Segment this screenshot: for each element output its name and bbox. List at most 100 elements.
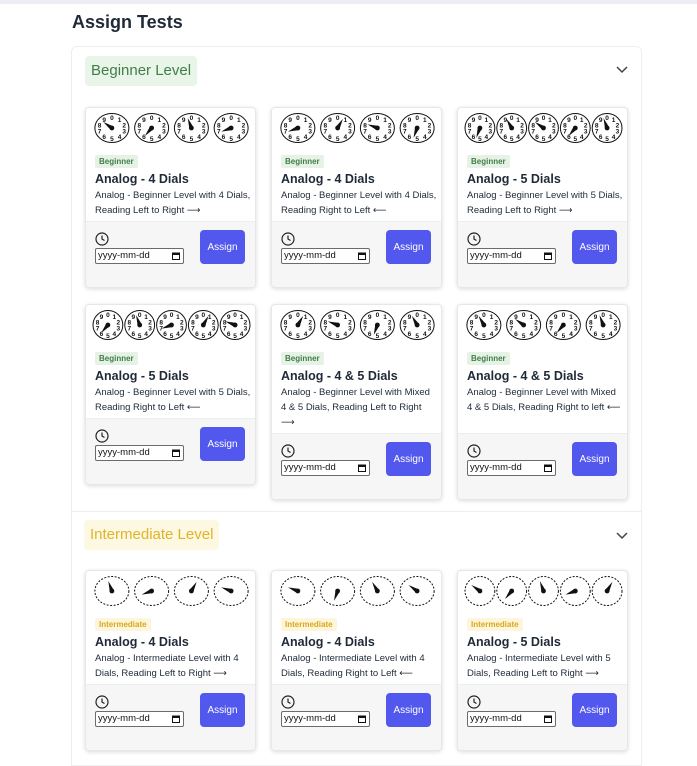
svg-text:5: 5: [190, 136, 194, 143]
svg-text:5: 5: [336, 136, 340, 143]
svg-text:0: 0: [376, 312, 380, 319]
date-input[interactable]: yyyy-mm-dd: [467, 711, 556, 727]
svg-text:1: 1: [118, 117, 122, 124]
card-description: Analog - Beginner Level with Mixed 4 & 5…: [281, 387, 430, 428]
date-placeholder: yyyy-mm-dd: [470, 250, 522, 261]
chevron-down-icon[interactable]: [615, 531, 629, 541]
svg-text:9: 9: [567, 117, 571, 124]
svg-text:0: 0: [106, 312, 110, 319]
dials-image: 0 123456789 0 123456789 0 123456789 0 123456789…: [92, 310, 251, 340]
chevron-down-icon[interactable]: [615, 65, 629, 75]
card-title: Analog - 5 Dials: [467, 635, 561, 649]
clock-icon: [281, 695, 295, 709]
svg-text:4: 4: [612, 134, 616, 141]
svg-text:5: 5: [478, 136, 482, 143]
card-title: Analog - 4 Dials: [281, 635, 375, 649]
assign-button[interactable]: Assign: [200, 427, 245, 461]
level-tag: Intermediate: [95, 618, 151, 631]
svg-text:5: 5: [415, 333, 419, 340]
svg-text:1: 1: [423, 314, 427, 321]
svg-text:4: 4: [237, 134, 241, 141]
svg-text:5: 5: [601, 333, 605, 340]
date-input[interactable]: yyyy-mm-dd: [281, 248, 370, 264]
card-description: Analog - Beginner Level with 4 Dials, Re…: [281, 190, 437, 216]
svg-text:6: 6: [227, 331, 231, 338]
calendar-icon[interactable]: [544, 715, 552, 723]
section-title-intermediate[interactable]: Intermediate Level: [84, 520, 220, 550]
svg-text:4: 4: [304, 134, 308, 141]
calendar-icon[interactable]: [544, 252, 552, 260]
svg-text:3: 3: [614, 326, 618, 333]
date-input[interactable]: yyyy-mm-dd: [95, 711, 184, 727]
calendar-icon[interactable]: [172, 449, 180, 457]
svg-text:1: 1: [609, 314, 613, 321]
assign-button[interactable]: Assign: [572, 442, 617, 476]
svg-text:1: 1: [490, 314, 494, 321]
card-title: Analog - 4 Dials: [95, 635, 189, 649]
svg-text:6: 6: [594, 331, 598, 338]
svg-text:7: 7: [191, 326, 195, 333]
assign-button[interactable]: Assign: [200, 230, 245, 264]
calendar-icon[interactable]: [358, 252, 366, 260]
svg-text:8: 8: [284, 319, 288, 326]
svg-text:6: 6: [503, 134, 507, 141]
svg-text:0: 0: [478, 115, 482, 122]
svg-text:5: 5: [233, 333, 237, 340]
date-input[interactable]: yyyy-mm-dd: [281, 711, 370, 727]
level-tag: Beginner: [467, 155, 510, 168]
svg-text:1: 1: [197, 117, 201, 124]
svg-text:0: 0: [336, 312, 340, 319]
tests-panel: Beginner Level 0123456789012345678901234…: [71, 46, 642, 766]
test-card: 0123456789012345678901234567890123456789…: [271, 107, 442, 288]
svg-text:5: 5: [150, 136, 154, 143]
date-input[interactable]: yyyy-mm-dd: [467, 460, 556, 476]
svg-text:8: 8: [470, 319, 474, 326]
assign-button[interactable]: Assign: [386, 442, 431, 476]
svg-text:0: 0: [376, 115, 380, 122]
svg-text:5: 5: [415, 136, 419, 143]
card-footer: yyyy-mm-dd Assign: [86, 221, 255, 287]
svg-text:0: 0: [573, 115, 577, 122]
svg-text:6: 6: [131, 331, 135, 338]
svg-text:8: 8: [363, 122, 367, 129]
calendar-icon[interactable]: [172, 252, 180, 260]
page-title: Assign Tests: [72, 12, 183, 32]
calendar-icon[interactable]: [544, 464, 552, 472]
calendar-icon[interactable]: [172, 715, 180, 723]
date-input[interactable]: yyyy-mm-dd: [95, 248, 184, 264]
assign-button[interactable]: Assign: [386, 230, 431, 264]
date-placeholder: yyyy-mm-dd: [470, 462, 522, 473]
test-card: 0123456789012345678901234567890123456789…: [457, 304, 628, 500]
svg-text:4: 4: [208, 331, 212, 338]
svg-text:4: 4: [343, 331, 347, 338]
section-title-beginner[interactable]: Beginner Level: [85, 56, 198, 86]
svg-text:9: 9: [474, 314, 478, 321]
svg-text:3: 3: [308, 326, 312, 333]
date-input[interactable]: yyyy-mm-dd: [95, 445, 184, 461]
svg-text:6: 6: [163, 331, 167, 338]
svg-text:9: 9: [554, 314, 558, 321]
card-description: Analog - Beginner Level with 5 Dials, Re…: [467, 190, 623, 216]
svg-text:0: 0: [229, 115, 233, 122]
svg-text:8: 8: [177, 122, 181, 129]
level-tag: Beginner: [281, 155, 324, 168]
card-description: Analog - Intermediate Level with 4 Dials…: [95, 653, 239, 679]
assign-button[interactable]: Assign: [572, 230, 617, 264]
date-input[interactable]: yyyy-mm-dd: [281, 460, 370, 476]
svg-text:5: 5: [522, 333, 526, 340]
calendar-icon[interactable]: [358, 464, 366, 472]
assign-button[interactable]: Assign: [386, 693, 431, 727]
svg-text:6: 6: [100, 331, 104, 338]
date-input[interactable]: yyyy-mm-dd: [467, 248, 556, 264]
calendar-icon[interactable]: [358, 715, 366, 723]
svg-text:9: 9: [100, 314, 104, 321]
svg-text:6: 6: [599, 134, 603, 141]
svg-text:3: 3: [308, 129, 312, 136]
dials-image: 0 123456789 0 123456789 0 123456789 0 123456789: [94, 113, 249, 143]
assign-button[interactable]: Assign: [572, 693, 617, 727]
level-tag: Intermediate: [467, 618, 523, 631]
card-footer: yyyy-mm-dd Assign: [272, 221, 441, 287]
card-title: Analog - 5 Dials: [467, 172, 561, 186]
assign-button[interactable]: Assign: [200, 693, 245, 727]
svg-text:9: 9: [222, 117, 226, 124]
